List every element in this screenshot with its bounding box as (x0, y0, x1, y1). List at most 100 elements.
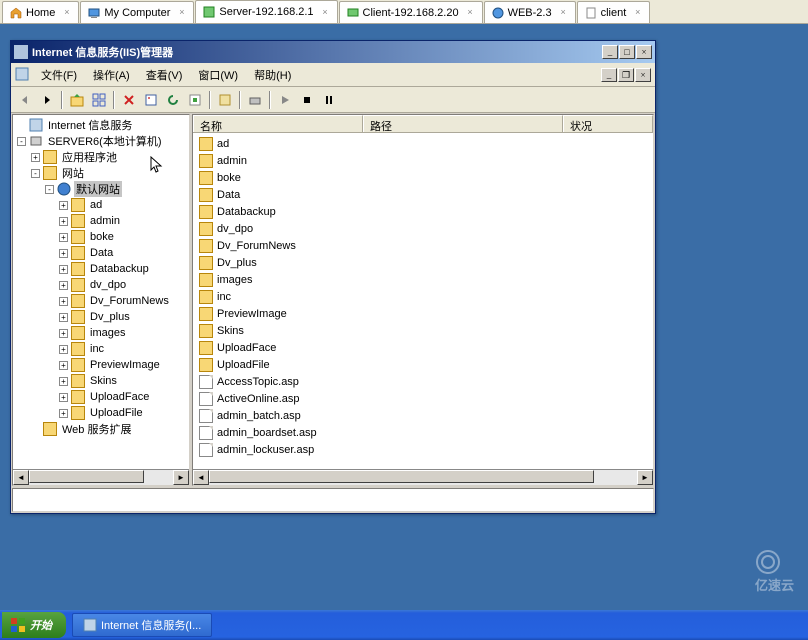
tree-item[interactable]: +Skins (15, 373, 187, 389)
expand-toggle[interactable]: + (59, 329, 68, 338)
close-icon[interactable]: × (176, 7, 187, 18)
app-menu-icon[interactable] (15, 67, 31, 83)
tree-item[interactable]: +dv_dpo (15, 277, 187, 293)
menu-file[interactable]: 文件(F) (35, 65, 83, 85)
pause-button[interactable] (319, 90, 339, 110)
tab-home[interactable]: Home × (2, 1, 79, 23)
tree-item[interactable]: +Dv_ForumNews (15, 293, 187, 309)
tab-server[interactable]: Server-192.168.2.1 × (195, 0, 337, 23)
list-item[interactable]: UploadFace (195, 339, 651, 356)
taskbar-app-button[interactable]: Internet 信息服务(I... (72, 613, 212, 637)
list-item[interactable]: Skins (195, 322, 651, 339)
refresh-button[interactable] (163, 90, 183, 110)
expand-toggle[interactable]: + (59, 313, 68, 322)
list-item[interactable]: admin_boardset.asp (195, 424, 651, 441)
maximize-button[interactable]: □ (619, 45, 635, 59)
list-item[interactable]: admin (195, 152, 651, 169)
menu-view[interactable]: 查看(V) (140, 65, 189, 85)
list-item[interactable]: boke (195, 169, 651, 186)
expand-toggle[interactable]: + (59, 281, 68, 290)
scroll-right-button[interactable]: ► (637, 470, 653, 485)
expand-toggle[interactable]: + (59, 217, 68, 226)
tree-item[interactable]: -网站 (15, 165, 187, 181)
tree-item[interactable]: +Databackup (15, 261, 187, 277)
list-item[interactable]: PreviewImage (195, 305, 651, 322)
tree-item[interactable]: +PreviewImage (15, 357, 187, 373)
toolbar-button-1[interactable] (215, 90, 235, 110)
list-item[interactable]: Dv_ForumNews (195, 237, 651, 254)
expand-toggle[interactable]: + (59, 409, 68, 418)
export-button[interactable] (185, 90, 205, 110)
list-item[interactable]: ActiveOnline.asp (195, 390, 651, 407)
scroll-right-button[interactable]: ► (173, 470, 189, 485)
tree-item[interactable]: +Dv_plus (15, 309, 187, 325)
list-item[interactable]: ad (195, 135, 651, 152)
tree-item[interactable]: +UploadFace (15, 389, 187, 405)
menu-action[interactable]: 操作(A) (87, 65, 136, 85)
tree-item[interactable]: +应用程序池 (15, 149, 187, 165)
expand-toggle[interactable]: - (31, 169, 40, 178)
close-icon[interactable]: × (558, 7, 569, 18)
scroll-track[interactable] (29, 470, 173, 485)
delete-button[interactable] (119, 90, 139, 110)
list-item[interactable]: admin_lockuser.asp (195, 441, 651, 458)
tree-item[interactable]: -默认网站 (15, 181, 187, 197)
close-icon[interactable]: × (61, 7, 72, 18)
expand-toggle[interactable]: - (45, 185, 54, 194)
expand-toggle[interactable]: + (59, 297, 68, 306)
col-name[interactable]: 名称 (193, 115, 363, 132)
connect-button[interactable] (245, 90, 265, 110)
forward-button[interactable] (37, 90, 57, 110)
list-item[interactable]: UploadFile (195, 356, 651, 373)
inner-restore-button[interactable]: ❐ (618, 68, 634, 82)
inner-close-button[interactable]: × (635, 68, 651, 82)
tree-item[interactable]: +Data (15, 245, 187, 261)
expand-toggle[interactable]: + (31, 153, 40, 162)
menu-window[interactable]: 窗口(W) (192, 65, 244, 85)
close-icon[interactable]: × (632, 7, 643, 18)
list-item[interactable]: images (195, 271, 651, 288)
up-button[interactable] (67, 90, 87, 110)
expand-toggle[interactable]: + (59, 233, 68, 242)
close-button[interactable]: × (636, 45, 652, 59)
tree-item[interactable]: +images (15, 325, 187, 341)
tree-item[interactable]: Web 服务扩展 (15, 421, 187, 437)
properties-button[interactable] (141, 90, 161, 110)
expand-toggle[interactable]: + (59, 345, 68, 354)
tab-client2[interactable]: client × (577, 1, 651, 23)
play-button[interactable] (275, 90, 295, 110)
minimize-button[interactable]: _ (602, 45, 618, 59)
list-item[interactable]: AccessTopic.asp (195, 373, 651, 390)
tree-item[interactable]: -SERVER6(本地计算机) (15, 133, 187, 149)
scroll-left-button[interactable]: ◄ (193, 470, 209, 485)
tab-web[interactable]: WEB-2.3 × (484, 1, 576, 23)
tree-item[interactable]: +inc (15, 341, 187, 357)
tree-item[interactable]: +ad (15, 197, 187, 213)
list-item[interactable]: Databackup (195, 203, 651, 220)
inner-minimize-button[interactable]: _ (601, 68, 617, 82)
start-button[interactable]: 开始 (2, 612, 66, 638)
expand-toggle[interactable]: + (59, 361, 68, 370)
close-icon[interactable]: × (465, 7, 476, 18)
tree-item[interactable]: +admin (15, 213, 187, 229)
list-item[interactable]: dv_dpo (195, 220, 651, 237)
expand-toggle[interactable]: + (59, 201, 68, 210)
back-button[interactable] (15, 90, 35, 110)
expand-toggle[interactable]: + (59, 377, 68, 386)
tab-client[interactable]: Client-192.168.2.20 × (339, 1, 483, 23)
scroll-track[interactable] (209, 470, 637, 485)
stop-button[interactable] (297, 90, 317, 110)
tree-item[interactable]: +UploadFile (15, 405, 187, 421)
list-item[interactable]: Dv_plus (195, 254, 651, 271)
close-icon[interactable]: × (320, 7, 331, 18)
tab-mycomputer[interactable]: My Computer × (80, 1, 194, 23)
expand-toggle[interactable]: + (59, 249, 68, 258)
tree-item[interactable]: +boke (15, 229, 187, 245)
col-status[interactable]: 状况 (563, 115, 653, 132)
list-item[interactable]: Data (195, 186, 651, 203)
expand-toggle[interactable]: + (59, 265, 68, 274)
menu-help[interactable]: 帮助(H) (248, 65, 297, 85)
expand-toggle[interactable]: + (59, 393, 68, 402)
tree-item[interactable]: Internet 信息服务 (15, 117, 187, 133)
window-titlebar[interactable]: Internet 信息服务(IIS)管理器 _ □ × (11, 41, 655, 63)
